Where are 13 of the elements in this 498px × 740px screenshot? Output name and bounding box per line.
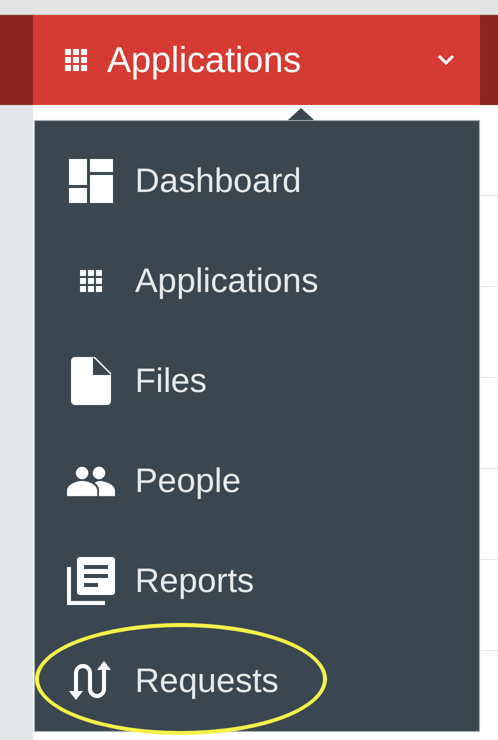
menu-item[interactable]: Requests [67,661,279,701]
reports-icon [67,557,115,605]
people-icon [67,464,115,498]
menu-item[interactable]: Reports [67,557,254,605]
chevron-icon[interactable] [436,54,456,66]
menu-item[interactable]: Applications [67,262,318,300]
menu-item[interactable]: People [67,462,241,500]
menu-item[interactable]: Files [67,357,207,405]
header-bar[interactable]: Applications [33,15,480,105]
header-title: Applications [107,39,302,81]
dashboard-icon [67,159,115,203]
grid-icon [65,49,87,71]
menu-item[interactable]: Dashboard [67,159,302,203]
